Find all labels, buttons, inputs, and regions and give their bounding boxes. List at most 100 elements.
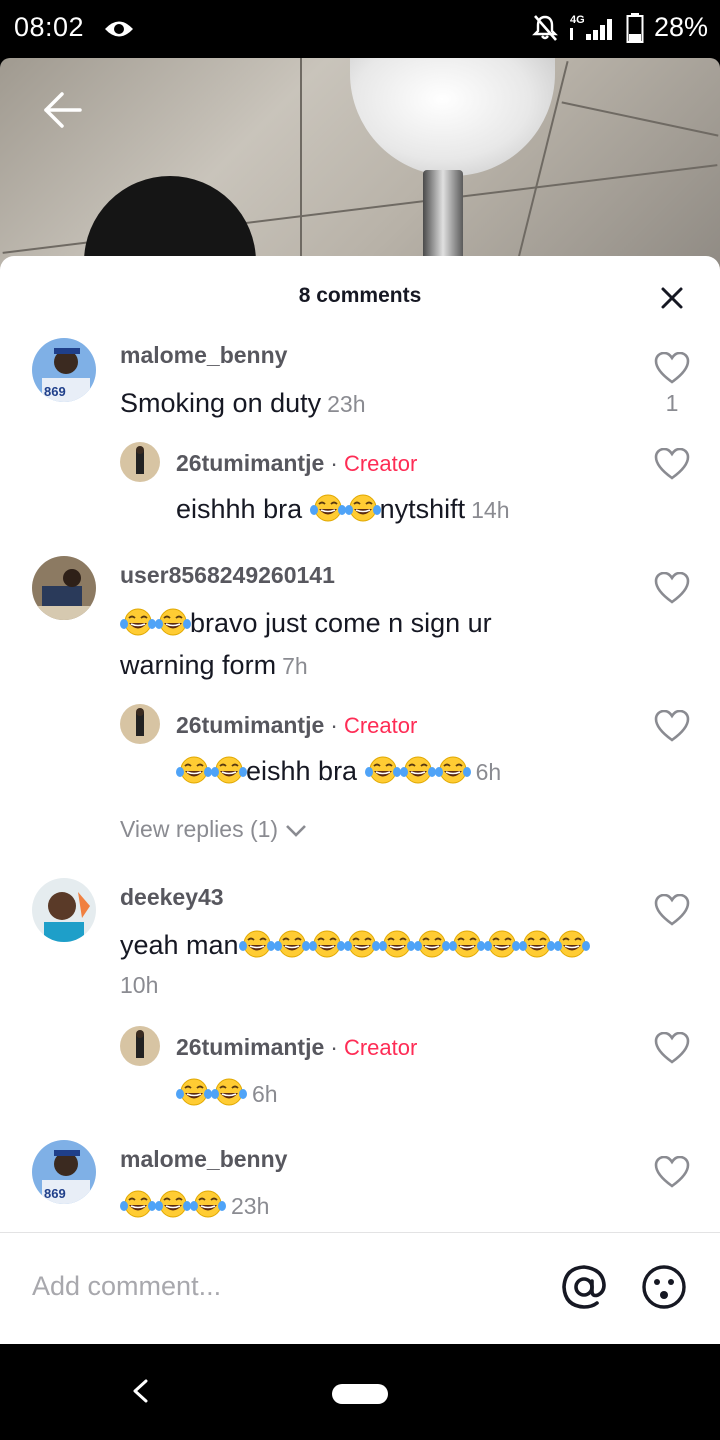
nav-back-icon[interactable] (128, 1376, 152, 1406)
reply-text: 6h (176, 1072, 676, 1115)
username[interactable]: 26tumimantje (176, 712, 324, 738)
signal-icon: 4G (568, 14, 616, 42)
comment-text: Smoking on duty 23h (120, 382, 620, 425)
laughing-emoji-icon (176, 755, 212, 785)
laughing-emoji-icon (554, 929, 590, 959)
laughing-emoji-icon (190, 1189, 226, 1219)
laughing-emoji-icon (274, 929, 310, 959)
video-background (0, 58, 720, 278)
heart-icon[interactable] (654, 1032, 690, 1064)
reply-body-end: nytshift (379, 494, 466, 524)
reply-username[interactable]: 26tumimantje · Creator (176, 450, 417, 477)
home-pill[interactable] (332, 1384, 388, 1404)
reply-body: eishhh bra (176, 494, 310, 524)
reply-body: eishh bra (246, 756, 365, 786)
separator-dot: · (330, 1034, 338, 1060)
heart-icon[interactable] (654, 572, 690, 604)
heart-icon[interactable] (654, 1156, 690, 1188)
laughing-emoji-icon (365, 755, 401, 785)
tile-grout (561, 101, 719, 137)
heart-icon[interactable] (654, 352, 690, 384)
comments-sheet: 8 comments 869 malome_benny Smoking on d… (0, 256, 720, 1344)
avatar[interactable] (32, 878, 96, 942)
heart-icon[interactable] (654, 894, 690, 926)
laughing-emoji-icon (414, 929, 450, 959)
comment-text: yeah man (120, 924, 620, 966)
heart-icon[interactable] (654, 710, 690, 742)
comment-text: bravo just come n sign ur warning form 7h (120, 602, 560, 687)
laughing-emoji-icon (155, 607, 191, 637)
creator-badge: Creator (343, 1035, 418, 1060)
tile-grout (300, 58, 302, 278)
creator-badge: Creator (343, 713, 418, 738)
laughing-emoji-icon (309, 929, 345, 959)
avatar[interactable]: 869 (32, 338, 96, 402)
laughing-emoji-icon (155, 1189, 191, 1219)
avatar[interactable] (120, 1026, 160, 1066)
avatar[interactable] (120, 442, 160, 482)
close-icon[interactable] (656, 282, 688, 314)
laughing-emoji-icon (310, 493, 346, 523)
bell-muted-icon (532, 14, 558, 41)
comment-time: 7h (282, 653, 308, 679)
comment-body: yeah man (120, 930, 239, 960)
comment-time: 14h (471, 497, 510, 523)
laughing-emoji-icon (379, 929, 415, 959)
comment-time: 23h (231, 1193, 270, 1219)
status-icons: 4G 28% (532, 12, 708, 43)
laughing-emoji-icon (120, 607, 156, 637)
laughing-emoji-icon (344, 929, 380, 959)
chevron-down-icon (286, 824, 307, 837)
comment-time: 23h (327, 391, 366, 417)
comment-text: 23h (120, 1184, 620, 1227)
svg-text:869: 869 (44, 1186, 66, 1201)
laughing-emoji-icon (120, 1189, 156, 1219)
eye-icon (105, 21, 133, 37)
laughing-emoji-icon (211, 1077, 247, 1107)
battery-percent: 28% (653, 12, 708, 42)
comment-username[interactable]: deekey43 (120, 884, 224, 911)
comment-input[interactable]: Add comment... (32, 1271, 221, 1302)
reply-username[interactable]: 26tumimantje · Creator (176, 1034, 417, 1061)
battery-icon (626, 12, 644, 43)
status-time: 08:02 (14, 12, 85, 42)
separator-dot: · (330, 450, 338, 476)
laughing-emoji-icon (239, 929, 275, 959)
comments-count-title: 8 comments (298, 284, 422, 307)
laughing-emoji-icon (449, 929, 485, 959)
avatar[interactable] (120, 704, 160, 744)
comment-username[interactable]: malome_benny (120, 342, 287, 369)
view-replies-link[interactable]: View replies (1) (120, 816, 308, 843)
avatar[interactable]: 869 (32, 1140, 96, 1204)
laughing-emoji-icon (435, 755, 471, 785)
comment-username[interactable]: malome_benny (120, 1146, 287, 1173)
status-bar: 08:02 4G 28% (0, 0, 720, 58)
comment-time: 10h (120, 972, 159, 998)
emoji-icon[interactable] (640, 1263, 688, 1311)
separator-dot: · (330, 712, 338, 738)
reply-username[interactable]: 26tumimantje · Creator (176, 712, 417, 739)
username[interactable]: 26tumimantje (176, 450, 324, 476)
laughing-emoji-icon (400, 755, 436, 785)
heart-icon[interactable] (654, 448, 690, 480)
comment-time: 6h (252, 1081, 278, 1107)
reply-text: eishhh bra nytshift 14h (176, 488, 676, 531)
avatar[interactable] (32, 556, 96, 620)
creator-badge: Creator (343, 451, 418, 476)
urinal-shape (350, 58, 555, 176)
laughing-emoji-icon (176, 1077, 212, 1107)
reply-text: eishh bra 6h (176, 750, 676, 793)
comment-username[interactable]: user8568249260141 (120, 562, 335, 589)
username[interactable]: 26tumimantje (176, 1034, 324, 1060)
comment-time: 6h (475, 759, 502, 785)
comment-input-bar: Add comment... (0, 1232, 720, 1344)
comment-body: Smoking on duty (120, 388, 322, 418)
laughing-emoji-icon (519, 929, 555, 959)
back-arrow-icon[interactable] (40, 88, 84, 132)
laughing-emoji-icon (211, 755, 247, 785)
view-replies-label[interactable]: View replies (1) (120, 816, 278, 843)
svg-text:869: 869 (44, 384, 66, 399)
mention-icon[interactable] (560, 1263, 608, 1311)
laughing-emoji-icon (484, 929, 520, 959)
like-count: 1 (665, 390, 679, 416)
